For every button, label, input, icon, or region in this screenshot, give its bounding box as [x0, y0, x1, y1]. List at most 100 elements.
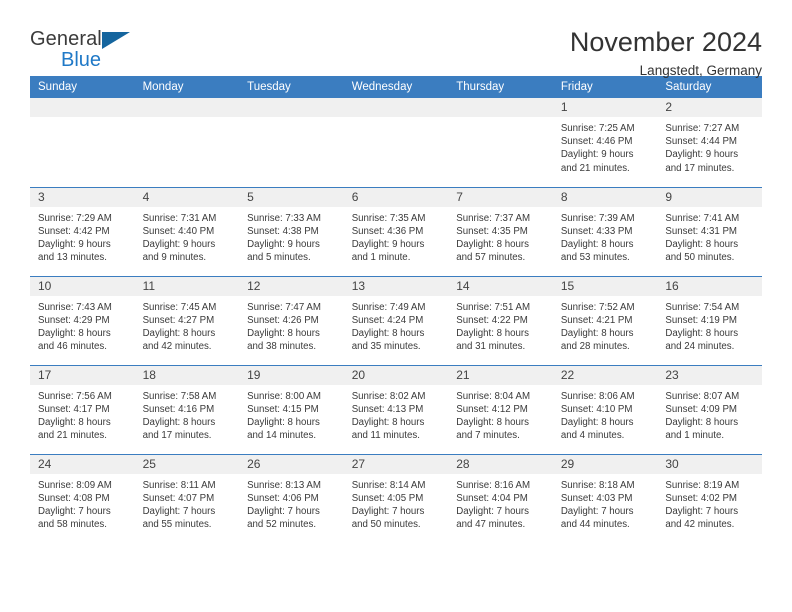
daylight-text-line1: Daylight: 8 hours [456, 416, 529, 428]
day-number: 28 [448, 454, 553, 474]
daylight-text-line1: Daylight: 8 hours [351, 416, 425, 428]
day-cell[interactable]: 17 Sunrise: 7:56 AM Sunset: 4:17 PM Dayl… [30, 364, 135, 454]
daylight-text-line1: Daylight: 8 hours [665, 416, 739, 428]
day-details: Sunrise: 8:09 AM Sunset: 4:08 PM Dayligh… [30, 474, 135, 532]
daylight-text-line1: Daylight: 9 hours [247, 238, 320, 250]
day-number: 26 [239, 454, 344, 474]
daylight-text-line2: and 4 minutes. [560, 430, 625, 442]
day-cell[interactable]: 19 Sunrise: 8:00 AM Sunset: 4:15 PM Dayl… [239, 364, 344, 454]
day-cell[interactable]: 5 Sunrise: 7:33 AM Sunset: 4:38 PM Dayli… [239, 186, 344, 276]
day-cell[interactable]: 24 Sunrise: 8:09 AM Sunset: 4:08 PM Dayl… [30, 453, 135, 543]
daylight-text-line2: and 17 minutes. [665, 162, 735, 174]
day-number: 6 [343, 187, 449, 207]
day-cell[interactable]: 26 Sunrise: 8:13 AM Sunset: 4:06 PM Dayl… [239, 453, 344, 543]
day-cell[interactable]: 10 Sunrise: 7:43 AM Sunset: 4:29 PM Dayl… [30, 275, 135, 365]
daylight-text-line2: and 11 minutes. [351, 430, 420, 442]
sunset-text: Sunset: 4:21 PM [560, 314, 633, 326]
day-cell[interactable]: 15 Sunrise: 7:52 AM Sunset: 4:21 PM Dayl… [552, 275, 658, 365]
sunset-text: Sunset: 4:08 PM [38, 492, 110, 504]
page-subtitle-location: Langstedt, Germany [639, 63, 762, 79]
daylight-text-line1: Daylight: 8 hours [247, 416, 320, 428]
sunrise-text: Sunrise: 8:19 AM [665, 479, 740, 491]
day-cell[interactable]: 18 Sunrise: 7:58 AM Sunset: 4:16 PM Dayl… [134, 364, 240, 454]
calendar-page: General Blue November 2024 Langstedt, Ge… [0, 0, 792, 612]
daylight-text-line1: Daylight: 8 hours [456, 327, 529, 339]
sunset-text: Sunset: 4:29 PM [38, 314, 110, 326]
day-cell[interactable]: 21 Sunrise: 8:04 AM Sunset: 4:12 PM Dayl… [448, 364, 553, 454]
sunset-text: Sunset: 4:33 PM [560, 225, 633, 237]
sunrise-text: Sunrise: 8:16 AM [456, 479, 531, 491]
day-cell[interactable]: 11 Sunrise: 7:45 AM Sunset: 4:27 PM Dayl… [134, 275, 240, 365]
day-number: 20 [343, 365, 449, 385]
day-cell-empty [30, 98, 135, 187]
daylight-text-line1: Daylight: 8 hours [247, 327, 320, 339]
calendar-week-row: 17 Sunrise: 7:56 AM Sunset: 4:17 PM Dayl… [30, 364, 762, 454]
day-details: Sunrise: 7:49 AM Sunset: 4:24 PM Dayligh… [344, 296, 449, 354]
day-number [239, 98, 344, 117]
sunrise-text: Sunrise: 7:35 AM [351, 212, 426, 224]
sunset-text: Sunset: 4:31 PM [665, 225, 737, 237]
day-cell[interactable]: 16 Sunrise: 7:54 AM Sunset: 4:19 PM Dayl… [657, 275, 762, 365]
daylight-text-line1: Daylight: 8 hours [38, 416, 111, 428]
daylight-text-line2: and 14 minutes. [247, 430, 317, 442]
sunrise-text: Sunrise: 8:18 AM [560, 479, 635, 491]
sunset-text: Sunset: 4:26 PM [247, 314, 319, 326]
day-cell[interactable]: 28 Sunrise: 8:16 AM Sunset: 4:04 PM Dayl… [448, 453, 553, 543]
weekday-header-wednesday: Wednesday [343, 76, 449, 98]
day-cell[interactable]: 6 Sunrise: 7:35 AM Sunset: 4:36 PM Dayli… [343, 186, 449, 276]
day-cell-empty [134, 98, 240, 187]
daylight-text-line1: Daylight: 7 hours [665, 505, 739, 517]
daylight-text-line2: and 50 minutes. [351, 519, 421, 531]
daylight-text-line2: and 55 minutes. [142, 519, 212, 531]
daylight-text-line1: Daylight: 7 hours [351, 505, 425, 517]
day-details: Sunrise: 8:11 AM Sunset: 4:07 PM Dayligh… [135, 474, 240, 532]
daylight-text-line2: and 52 minutes. [247, 519, 317, 531]
day-number: 1 [552, 98, 658, 117]
day-cell[interactable]: 1 Sunrise: 7:25 AM Sunset: 4:46 PM Dayli… [552, 98, 658, 187]
weekday-header-sunday: Sunday [30, 76, 135, 98]
day-cell[interactable]: 29 Sunrise: 8:18 AM Sunset: 4:03 PM Dayl… [552, 453, 658, 543]
day-cell[interactable]: 22 Sunrise: 8:06 AM Sunset: 4:10 PM Dayl… [552, 364, 658, 454]
day-details: Sunrise: 7:52 AM Sunset: 4:21 PM Dayligh… [553, 296, 658, 354]
day-cell[interactable]: 8 Sunrise: 7:39 AM Sunset: 4:33 PM Dayli… [552, 186, 658, 276]
daylight-text-line2: and 31 minutes. [456, 341, 526, 353]
day-number [134, 98, 240, 117]
day-number: 10 [30, 276, 135, 296]
day-number: 29 [552, 454, 658, 474]
day-number: 14 [448, 276, 553, 296]
day-cell[interactable]: 3 Sunrise: 7:29 AM Sunset: 4:42 PM Dayli… [30, 186, 135, 276]
day-cell[interactable]: 4 Sunrise: 7:31 AM Sunset: 4:40 PM Dayli… [134, 186, 240, 276]
sunrise-text: Sunrise: 7:25 AM [560, 123, 635, 134]
day-details: Sunrise: 7:47 AM Sunset: 4:26 PM Dayligh… [239, 296, 344, 354]
day-cell[interactable]: 27 Sunrise: 8:14 AM Sunset: 4:05 PM Dayl… [343, 453, 449, 543]
day-number: 9 [657, 187, 762, 207]
sunset-text: Sunset: 4:24 PM [351, 314, 424, 326]
sunset-text: Sunset: 4:06 PM [247, 492, 319, 504]
calendar-table: Sunday Monday Tuesday Wednesday Thursday… [30, 76, 762, 543]
sunset-text: Sunset: 4:36 PM [351, 225, 424, 237]
day-cell[interactable]: 25 Sunrise: 8:11 AM Sunset: 4:07 PM Dayl… [134, 453, 240, 543]
sunrise-text: Sunrise: 8:04 AM [456, 390, 531, 402]
generalblue-logo[interactable]: General Blue [30, 26, 145, 70]
day-cell[interactable]: 12 Sunrise: 7:47 AM Sunset: 4:26 PM Dayl… [239, 275, 344, 365]
day-cell[interactable]: 23 Sunrise: 8:07 AM Sunset: 4:09 PM Dayl… [657, 364, 762, 454]
day-cell[interactable]: 30 Sunrise: 8:19 AM Sunset: 4:02 PM Dayl… [657, 453, 762, 543]
page-header: General Blue November 2024 Langstedt, Ge… [30, 0, 762, 79]
daylight-text-line1: Daylight: 9 hours [38, 238, 111, 250]
day-number: 23 [657, 365, 762, 385]
day-details: Sunrise: 7:43 AM Sunset: 4:29 PM Dayligh… [30, 296, 135, 354]
day-cell[interactable]: 20 Sunrise: 8:02 AM Sunset: 4:13 PM Dayl… [343, 364, 449, 454]
day-cell[interactable]: 9 Sunrise: 7:41 AM Sunset: 4:31 PM Dayli… [657, 186, 762, 276]
daylight-text-line2: and 42 minutes. [142, 341, 212, 353]
day-cell[interactable]: 13 Sunrise: 7:49 AM Sunset: 4:24 PM Dayl… [343, 275, 449, 365]
day-number: 12 [239, 276, 344, 296]
daylight-text-line1: Daylight: 8 hours [665, 327, 739, 339]
daylight-text-line2: and 9 minutes. [142, 252, 207, 264]
day-cell[interactable]: 7 Sunrise: 7:37 AM Sunset: 4:35 PM Dayli… [448, 186, 553, 276]
day-cell[interactable]: 2 Sunrise: 7:27 AM Sunset: 4:44 PM Dayli… [657, 98, 762, 187]
day-number: 5 [239, 187, 344, 207]
sunset-text: Sunset: 4:07 PM [142, 492, 215, 504]
sunset-text: Sunset: 4:10 PM [560, 403, 633, 415]
day-cell[interactable]: 14 Sunrise: 7:51 AM Sunset: 4:22 PM Dayl… [448, 275, 553, 365]
sunrise-text: Sunrise: 8:02 AM [351, 390, 426, 402]
